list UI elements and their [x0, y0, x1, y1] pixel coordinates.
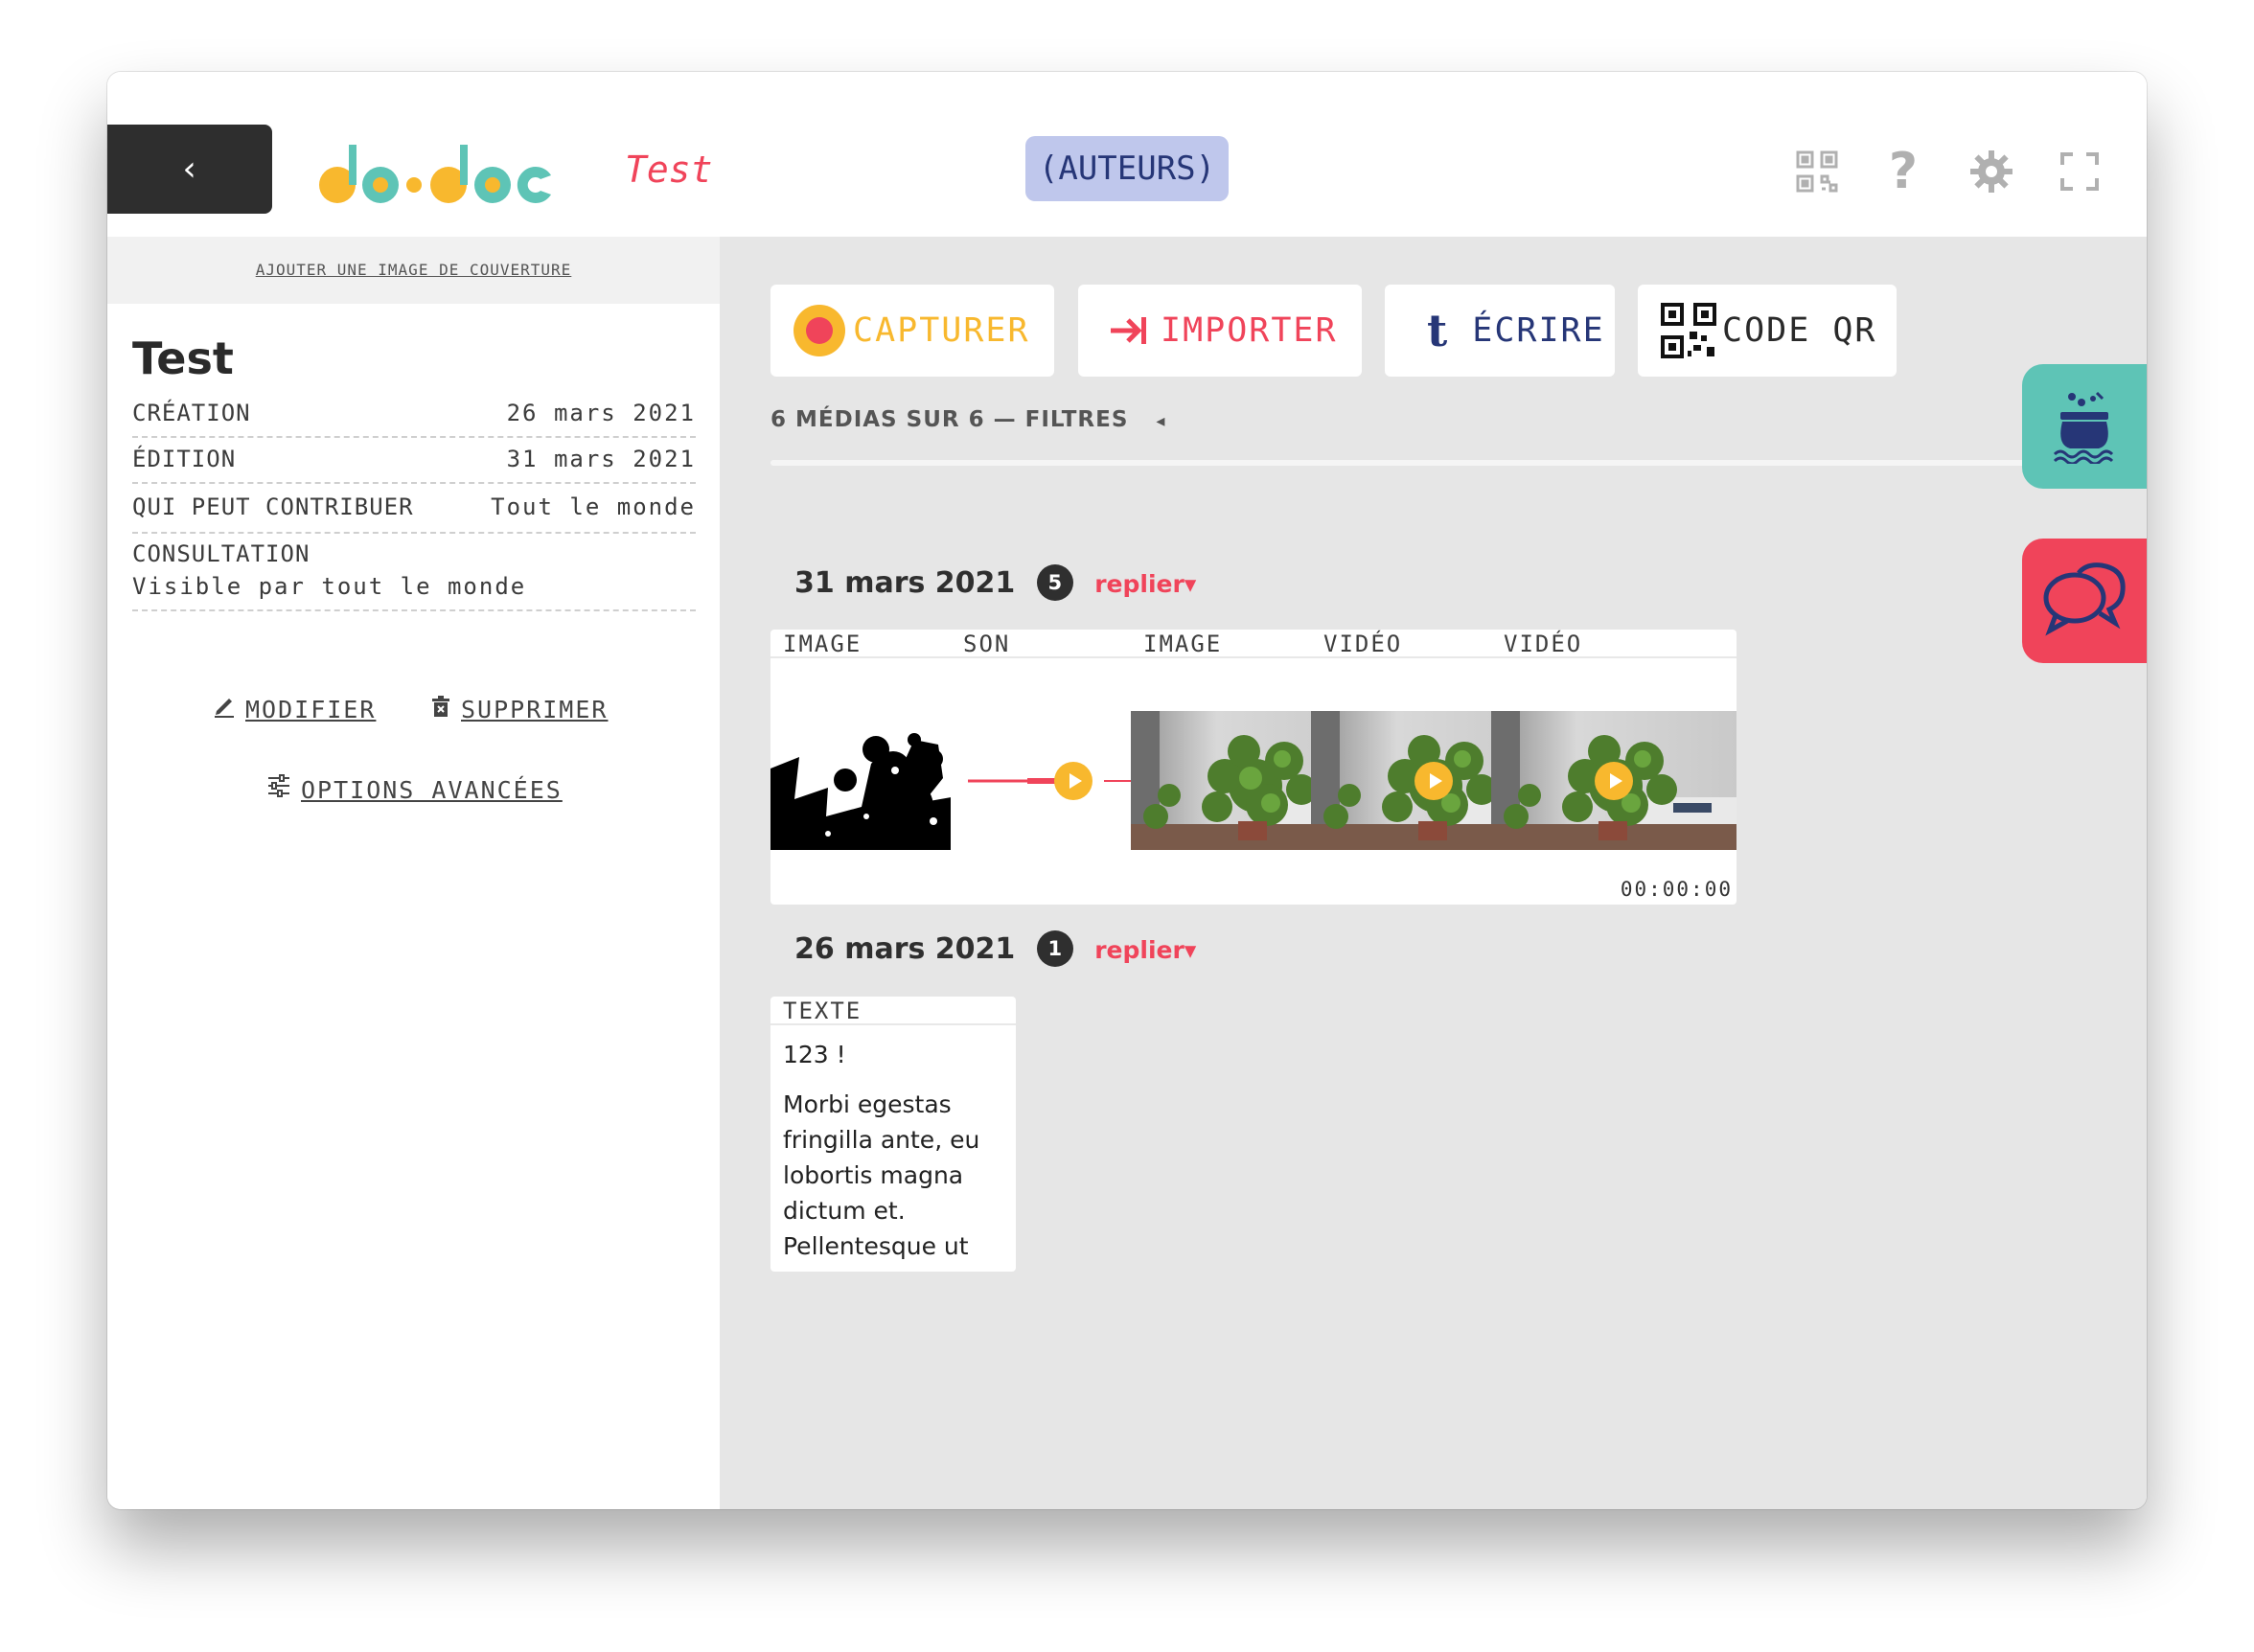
text-media-title: 123 ! — [783, 1041, 846, 1068]
meta-value: 31 mars 2021 — [506, 446, 696, 472]
advanced-options-button[interactable]: OPTIONS AVANCÉES — [266, 773, 563, 804]
app-window: ‹ retour Test (AUTEURS) ? — [107, 72, 2147, 1509]
cauldron-icon — [2051, 389, 2118, 464]
meta-contributors: QUI PEUT CONTRIBUER Tout le monde — [132, 493, 696, 534]
project-sidebar: AJOUTER UNE IMAGE DE COUVERTURE Test CRÉ… — [107, 237, 720, 1509]
qr-code-button[interactable]: CODE QR — [1638, 285, 1897, 377]
text-media-body: Morbi egestas fringilla ante, eu loborti… — [783, 1090, 980, 1260]
day-date: 26 mars 2021 — [794, 932, 1016, 966]
filters-toggle[interactable]: 6 MÉDIAS SUR 6 — FILTRES ◂ — [770, 407, 1165, 432]
meta-value: 26 mars 2021 — [506, 400, 696, 426]
qr-code-label: CODE QR — [1722, 311, 1877, 350]
media-library: CAPTURER IMPORTER t ÉCRIRE CODE QR 6 MÉD… — [720, 237, 2147, 1509]
filters-label: 6 MÉDIAS SUR 6 — FILTRES — [770, 407, 1129, 432]
media-card[interactable]: VIDÉO 00:00:00 — [1491, 630, 1736, 905]
record-icon — [794, 305, 845, 356]
settings-icon[interactable] — [1965, 145, 2018, 198]
authors-button[interactable]: (AUTEURS) — [1025, 136, 1229, 201]
chat-tab[interactable] — [2022, 539, 2147, 663]
day-header: 31 mars 2021 5 replier▾ — [794, 564, 1196, 601]
meta-label: QUI PEUT CONTRIBUER — [132, 493, 414, 520]
back-button[interactable]: ‹ retour — [107, 125, 272, 278]
video-duration: 00:00:00 — [1620, 878, 1733, 901]
modify-button[interactable]: MODIFIER — [213, 695, 376, 723]
media-count-badge: 5 — [1036, 564, 1073, 601]
meta-label: ÉDITION — [132, 446, 237, 472]
meta-value: Visible par tout le monde — [132, 573, 527, 600]
fold-day-button[interactable]: replier▾ — [1094, 570, 1196, 598]
video-thumbnail — [1491, 711, 1736, 850]
cover-strip: AJOUTER UNE IMAGE DE COUVERTURE — [107, 237, 720, 304]
qr-code-icon[interactable] — [1790, 145, 1844, 198]
caret-left-icon: ◂ — [1156, 411, 1166, 431]
delete-button[interactable]: SUPPRIMER — [430, 695, 608, 723]
meta-creation: CRÉATION 26 mars 2021 — [132, 400, 696, 438]
advanced-options-label: OPTIONS AVANCÉES — [301, 776, 563, 804]
media-type: VIDÉO — [1491, 630, 1736, 658]
delete-label: SUPPRIMER — [461, 696, 609, 723]
import-arrow-icon — [1109, 315, 1147, 346]
meta-value: Tout le monde — [491, 493, 696, 520]
pencil-icon — [213, 695, 236, 723]
media-type: TEXTE — [770, 997, 1016, 1025]
modify-label: MODIFIER — [245, 696, 377, 723]
meta-consultation: CONSULTATION Visible par tout le monde — [132, 540, 696, 611]
project-title: Test — [132, 333, 234, 384]
import-button[interactable]: IMPORTER — [1078, 285, 1362, 377]
day-header: 26 mars 2021 1 replier▾ — [794, 930, 1196, 967]
media-count-badge: 1 — [1036, 930, 1073, 967]
meta-label: CRÉATION — [132, 400, 251, 426]
write-button[interactable]: t ÉCRIRE — [1385, 285, 1615, 377]
help-icon[interactable]: ? — [1876, 143, 1930, 200]
dodoc-logo[interactable] — [318, 137, 558, 204]
capture-label: CAPTURER — [853, 311, 1030, 350]
add-cover-image-link[interactable]: AJOUTER UNE IMAGE DE COUVERTURE — [256, 261, 572, 279]
separator — [770, 460, 2098, 466]
text-icon: t — [1427, 305, 1450, 356]
sliders-icon — [266, 773, 291, 804]
pot-tab[interactable] — [2022, 364, 2147, 489]
fold-day-button[interactable]: replier▾ — [1094, 936, 1196, 964]
day-date: 31 mars 2021 — [794, 566, 1016, 600]
fullscreen-icon[interactable] — [2053, 145, 2106, 198]
meta-label: CONSULTATION — [132, 540, 310, 567]
write-label: ÉCRIRE — [1472, 311, 1605, 350]
project-name: Test — [625, 149, 713, 191]
top-bar: ‹ retour Test (AUTEURS) ? — [107, 72, 2147, 278]
trash-icon — [430, 695, 451, 723]
import-label: IMPORTER — [1161, 311, 1338, 350]
meta-edition: ÉDITION 31 mars 2021 — [132, 446, 696, 484]
text-media-card[interactable]: TEXTE 123 ! Morbi egestas fringilla ante… — [770, 997, 1016, 1272]
capture-button[interactable]: CAPTURER — [770, 285, 1054, 377]
chat-bubbles-icon — [2040, 562, 2128, 640]
qr-icon — [1661, 303, 1716, 358]
